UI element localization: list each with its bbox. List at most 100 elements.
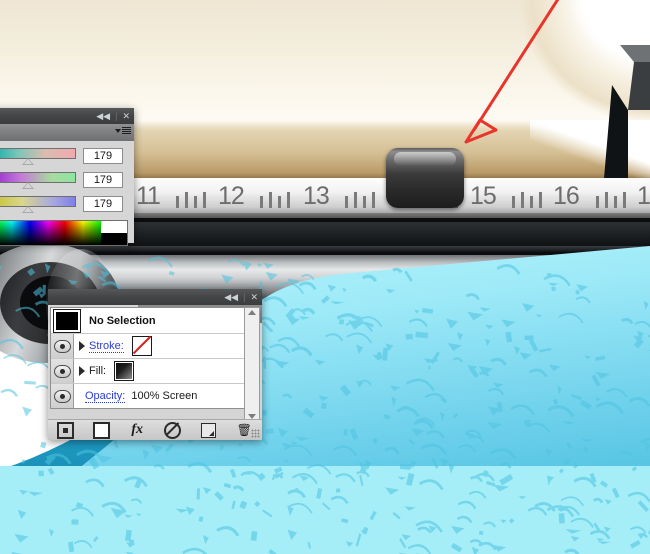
appearance-row-opacity[interactable]: Opacity: 100% Screen xyxy=(51,384,247,408)
close-icon[interactable]: ✕ xyxy=(250,292,258,302)
confetti-shape xyxy=(3,354,27,365)
confetti-shape xyxy=(147,256,173,268)
add-new-fill-button[interactable] xyxy=(84,420,120,440)
white-black-swatches[interactable] xyxy=(101,221,127,245)
appearance-panel[interactable]: ◀◀ | ✕ APPEARANCE No Selection Stroke: xyxy=(48,289,262,440)
confetti-shape xyxy=(40,441,47,449)
confetti-shape xyxy=(551,286,556,292)
visibility-toggle[interactable] xyxy=(51,334,74,358)
blue-value-field[interactable]: 179 xyxy=(83,196,123,212)
selection-status-row: No Selection xyxy=(51,308,247,334)
color-panel-titlebar[interactable]: ◀◀ | ✕ xyxy=(0,108,134,124)
close-icon[interactable]: ✕ xyxy=(122,111,130,121)
red-slider-thumb[interactable] xyxy=(22,158,34,165)
add-new-stroke-button[interactable] xyxy=(48,420,84,440)
fill-swatch-gradient-icon[interactable] xyxy=(114,361,135,381)
clear-appearance-button[interactable] xyxy=(155,420,191,440)
confetti-shape xyxy=(257,262,262,268)
titlebar-separator: | xyxy=(115,111,118,121)
confetti-shape xyxy=(15,306,41,318)
confetti-shape xyxy=(238,443,243,447)
green-slider[interactable] xyxy=(0,172,76,189)
duplicate-item-button[interactable] xyxy=(191,420,227,440)
no-symbol-icon xyxy=(164,421,182,439)
add-new-effect-button[interactable]: fx xyxy=(119,420,155,440)
confetti-shape xyxy=(22,406,32,417)
confetti-shape xyxy=(227,258,245,267)
collapse-icon[interactable]: ◀◀ xyxy=(224,292,238,302)
appearance-scrollbar[interactable] xyxy=(244,307,260,422)
eye-icon[interactable] xyxy=(53,364,71,378)
color-panel-tabrow xyxy=(0,124,134,141)
red-slider-track[interactable] xyxy=(0,148,76,159)
trash-icon: 🗑 xyxy=(236,423,252,437)
annotation-arrow xyxy=(464,0,560,144)
collapse-icon[interactable]: ◀◀ xyxy=(96,111,110,121)
visibility-toggle[interactable] xyxy=(51,384,74,408)
appearance-footer-toolbar[interactable]: fx 🗑 xyxy=(48,419,262,440)
screenshot-stage: 11 12 13 15 16 1 ◀◀ | ✕ 179 179 179 ◀◀ |… xyxy=(0,0,650,554)
opacity-value: 100% Screen xyxy=(131,390,198,402)
red-value-field[interactable]: 179 xyxy=(83,148,123,164)
confetti-shape xyxy=(82,272,92,279)
panel-menu-icon[interactable] xyxy=(115,127,131,134)
confetti-shape xyxy=(67,279,79,286)
appearance-list[interactable]: No Selection Stroke: Fill: Opacity: 100%… xyxy=(50,307,248,409)
confetti-shape xyxy=(338,319,345,325)
selection-status-label: No Selection xyxy=(89,314,156,327)
color-slider-row[interactable]: 179 xyxy=(0,172,128,189)
color-spectrum-bar[interactable] xyxy=(0,220,128,246)
visibility-toggle[interactable] xyxy=(51,359,74,383)
confetti-shape xyxy=(265,272,278,281)
disclosure-triangle-icon[interactable] xyxy=(79,341,85,351)
selection-thumbnail xyxy=(53,308,81,333)
green-value-field[interactable]: 179 xyxy=(83,172,123,188)
arrow-head xyxy=(464,118,498,144)
stroke-swatch-none-icon[interactable] xyxy=(131,336,152,356)
green-slider-track[interactable] xyxy=(0,172,76,183)
confetti-shape xyxy=(524,420,531,426)
duplicate-icon xyxy=(201,422,217,438)
eye-icon[interactable] xyxy=(53,339,71,353)
color-slider-row[interactable]: 179 xyxy=(0,148,128,165)
confetti-shape xyxy=(343,429,348,436)
confetti-shape xyxy=(558,513,565,524)
confetti-shape xyxy=(242,472,251,475)
scroll-up-icon[interactable] xyxy=(248,310,256,315)
green-slider-thumb[interactable] xyxy=(22,182,34,189)
confetti-shape xyxy=(250,530,258,541)
stroke-label[interactable]: Stroke: xyxy=(89,340,124,353)
fx-icon: fx xyxy=(131,422,144,437)
color-slider-group: 179 179 179 xyxy=(0,141,134,213)
confetti-shape xyxy=(335,488,341,493)
confetti-shape xyxy=(42,284,46,295)
resize-grip[interactable] xyxy=(251,429,260,438)
confetti-shape xyxy=(24,380,36,385)
confetti-shape xyxy=(71,519,79,525)
blue-slider-thumb[interactable] xyxy=(22,206,34,213)
blue-slider[interactable] xyxy=(0,196,76,213)
confetti-shape xyxy=(38,470,44,477)
disclosure-triangle-icon[interactable] xyxy=(79,366,85,376)
add-new-stroke-icon xyxy=(57,421,75,439)
confetti-shape xyxy=(0,338,24,350)
fill-label[interactable]: Fill: xyxy=(89,365,106,377)
spectrum-ramp[interactable] xyxy=(0,221,101,245)
confetti-shape xyxy=(259,281,263,289)
confetti-shape xyxy=(263,262,274,269)
opacity-label[interactable]: Opacity: xyxy=(85,390,126,403)
add-new-fill-icon xyxy=(93,421,110,439)
eye-icon[interactable] xyxy=(53,389,71,403)
red-slider[interactable] xyxy=(0,148,76,165)
confetti-shape xyxy=(479,530,484,535)
confetti-shape xyxy=(405,333,413,340)
blue-slider-track[interactable] xyxy=(0,196,76,207)
titlebar-separator: | xyxy=(243,292,246,302)
appearance-panel-titlebar[interactable]: ◀◀ | ✕ xyxy=(48,289,262,305)
confetti-shape xyxy=(262,409,268,416)
confetti-shape xyxy=(27,268,36,277)
appearance-row-fill[interactable]: Fill: xyxy=(51,359,247,384)
appearance-row-stroke[interactable]: Stroke: xyxy=(51,334,247,359)
color-panel[interactable]: ◀◀ | ✕ 179 179 179 xyxy=(0,108,134,246)
color-slider-row[interactable]: 179 xyxy=(0,196,128,213)
